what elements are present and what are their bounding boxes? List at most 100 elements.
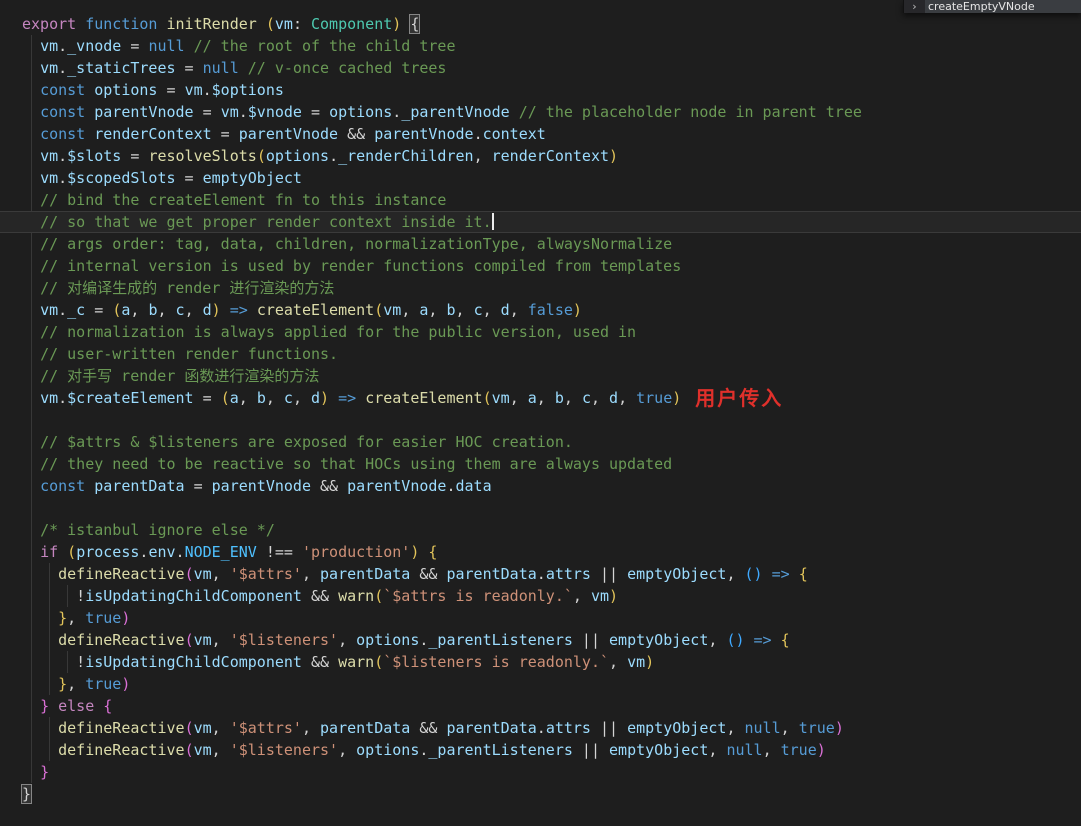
code-line[interactable]: // args order: tag, data, children, norm… [0,233,1081,255]
code-token: vm [40,301,59,319]
code-line[interactable]: /* istanbul ignore else */ [0,519,1081,541]
code-token: _parentListeners [428,631,573,649]
code-line[interactable]: if (process.env.NODE_ENV !== 'production… [0,541,1081,563]
code-line[interactable]: export function initRender (vm: Componen… [0,13,1081,35]
code-token: , [726,719,745,737]
code-line[interactable]: }, true) [0,673,1081,695]
code-line-current[interactable]: // so that we get proper render context … [0,211,1081,233]
code-token: defineReactive [58,631,185,649]
code-token: vm [274,15,293,33]
code-token: && [410,565,447,583]
code-token: // bind the createElement fn to this ins… [40,191,447,209]
bracket-match-highlight: } [20,784,33,804]
code-token: defineReactive [58,565,185,583]
code-line[interactable]: !isUpdatingChildComponent && warn(`$list… [0,651,1081,673]
code-token: createElement [365,389,483,407]
code-token: warn [338,653,375,671]
code-token: , [301,719,321,737]
code-token: => [771,565,790,583]
code-line[interactable]: // internal version is used by render fu… [0,255,1081,277]
code-token: . [536,719,546,737]
code-token: ) [121,609,131,627]
code-token: _parentVnode [401,103,510,121]
code-line[interactable]: // normalization is always applied for t… [0,321,1081,343]
code-token: = [184,477,212,495]
code-line[interactable]: defineReactive(vm, '$listeners', options… [0,739,1081,761]
code-line[interactable]: // user-written render functions. [0,343,1081,365]
code-area[interactable]: export function initRender (vm: Componen… [0,0,1081,805]
code-editor[interactable]: export function initRender (vm: Componen… [0,0,1081,826]
code-token: // the root of the child tree [193,37,456,55]
code-line[interactable]: defineReactive(vm, '$listeners', options… [0,629,1081,651]
code-token: defineReactive [58,719,185,737]
code-line[interactable] [0,409,1081,431]
code-token: } [40,697,50,715]
code-token: // so that we get proper render context … [40,213,492,231]
code-token: . [175,543,185,561]
code-line[interactable]: !isUpdatingChildComponent && warn(`$attr… [0,585,1081,607]
code-token: , [157,301,176,319]
code-line[interactable]: // they need to be reactive so that HOCs… [0,453,1081,475]
code-token: a [527,389,537,407]
code-token: d [202,301,212,319]
code-token: ) [645,653,655,671]
code-token: . [58,389,68,407]
code-line[interactable]: vm.$scopedSlots = emptyObject [0,167,1081,189]
code-line[interactable]: }, true) [0,607,1081,629]
code-line[interactable]: // bind the createElement fn to this ins… [0,189,1081,211]
code-token: process [76,543,140,561]
code-line[interactable]: const options = vm.$options [0,79,1081,101]
code-token: vm [383,301,402,319]
code-line[interactable]: vm._vnode = null // the root of the chil… [0,35,1081,57]
code-line[interactable]: vm.$slots = resolveSlots(options._render… [0,145,1081,167]
code-token: ! [22,587,86,605]
code-line[interactable]: const parentVnode = vm.$vnode = options.… [0,101,1081,123]
code-line[interactable]: // 对编译生成的 render 进行渲染的方法 [0,277,1081,299]
code-token: ) [609,147,619,165]
code-token: { [780,631,790,649]
code-line[interactable]: vm._c = (a, b, c, d) => createElement(vm… [0,299,1081,321]
code-line[interactable]: } [0,761,1081,783]
code-line[interactable]: defineReactive(vm, '$attrs', parentData … [0,563,1081,585]
code-line[interactable]: } else { [0,695,1081,717]
code-token: // internal version is used by render fu… [40,257,682,275]
code-line[interactable]: vm._staticTrees = null // v-once cached … [0,57,1081,79]
code-token: = [301,103,330,121]
code-line[interactable]: vm.$createElement = (a, b, c, d) => crea… [0,387,1081,409]
code-token: b [256,389,266,407]
code-token: options [94,81,158,99]
code-token: // 对编译生成的 render 进行渲染的方法 [40,279,335,297]
code-line[interactable]: const renderContext = parentVnode && par… [0,123,1081,145]
code-token: . [536,565,546,583]
code-line[interactable]: // $attrs & $listeners are exposed for e… [0,431,1081,453]
code-token: '$listeners' [229,741,339,759]
code-token: vm [40,59,59,77]
symbol-popup-label[interactable]: createEmptyVNode [925,0,1081,13]
code-token: , [428,301,447,319]
code-token: () [744,565,763,583]
code-token: // v-once cached trees [247,59,447,77]
code-token: , [590,389,610,407]
code-token: , [726,565,745,583]
code-line[interactable]: // 对手写 render 函数进行渲染的方法 [0,365,1081,387]
code-token: defineReactive [58,741,185,759]
code-line[interactable] [0,497,1081,519]
code-line[interactable]: defineReactive(vm, '$attrs', parentData … [0,717,1081,739]
code-line[interactable]: } [0,783,1081,805]
symbol-popup[interactable]: › createEmptyVNode [903,0,1081,13]
code-line[interactable]: const parentData = parentVnode && parent… [0,475,1081,497]
code-token: _staticTrees [67,59,176,77]
code-token: ( [220,389,230,407]
